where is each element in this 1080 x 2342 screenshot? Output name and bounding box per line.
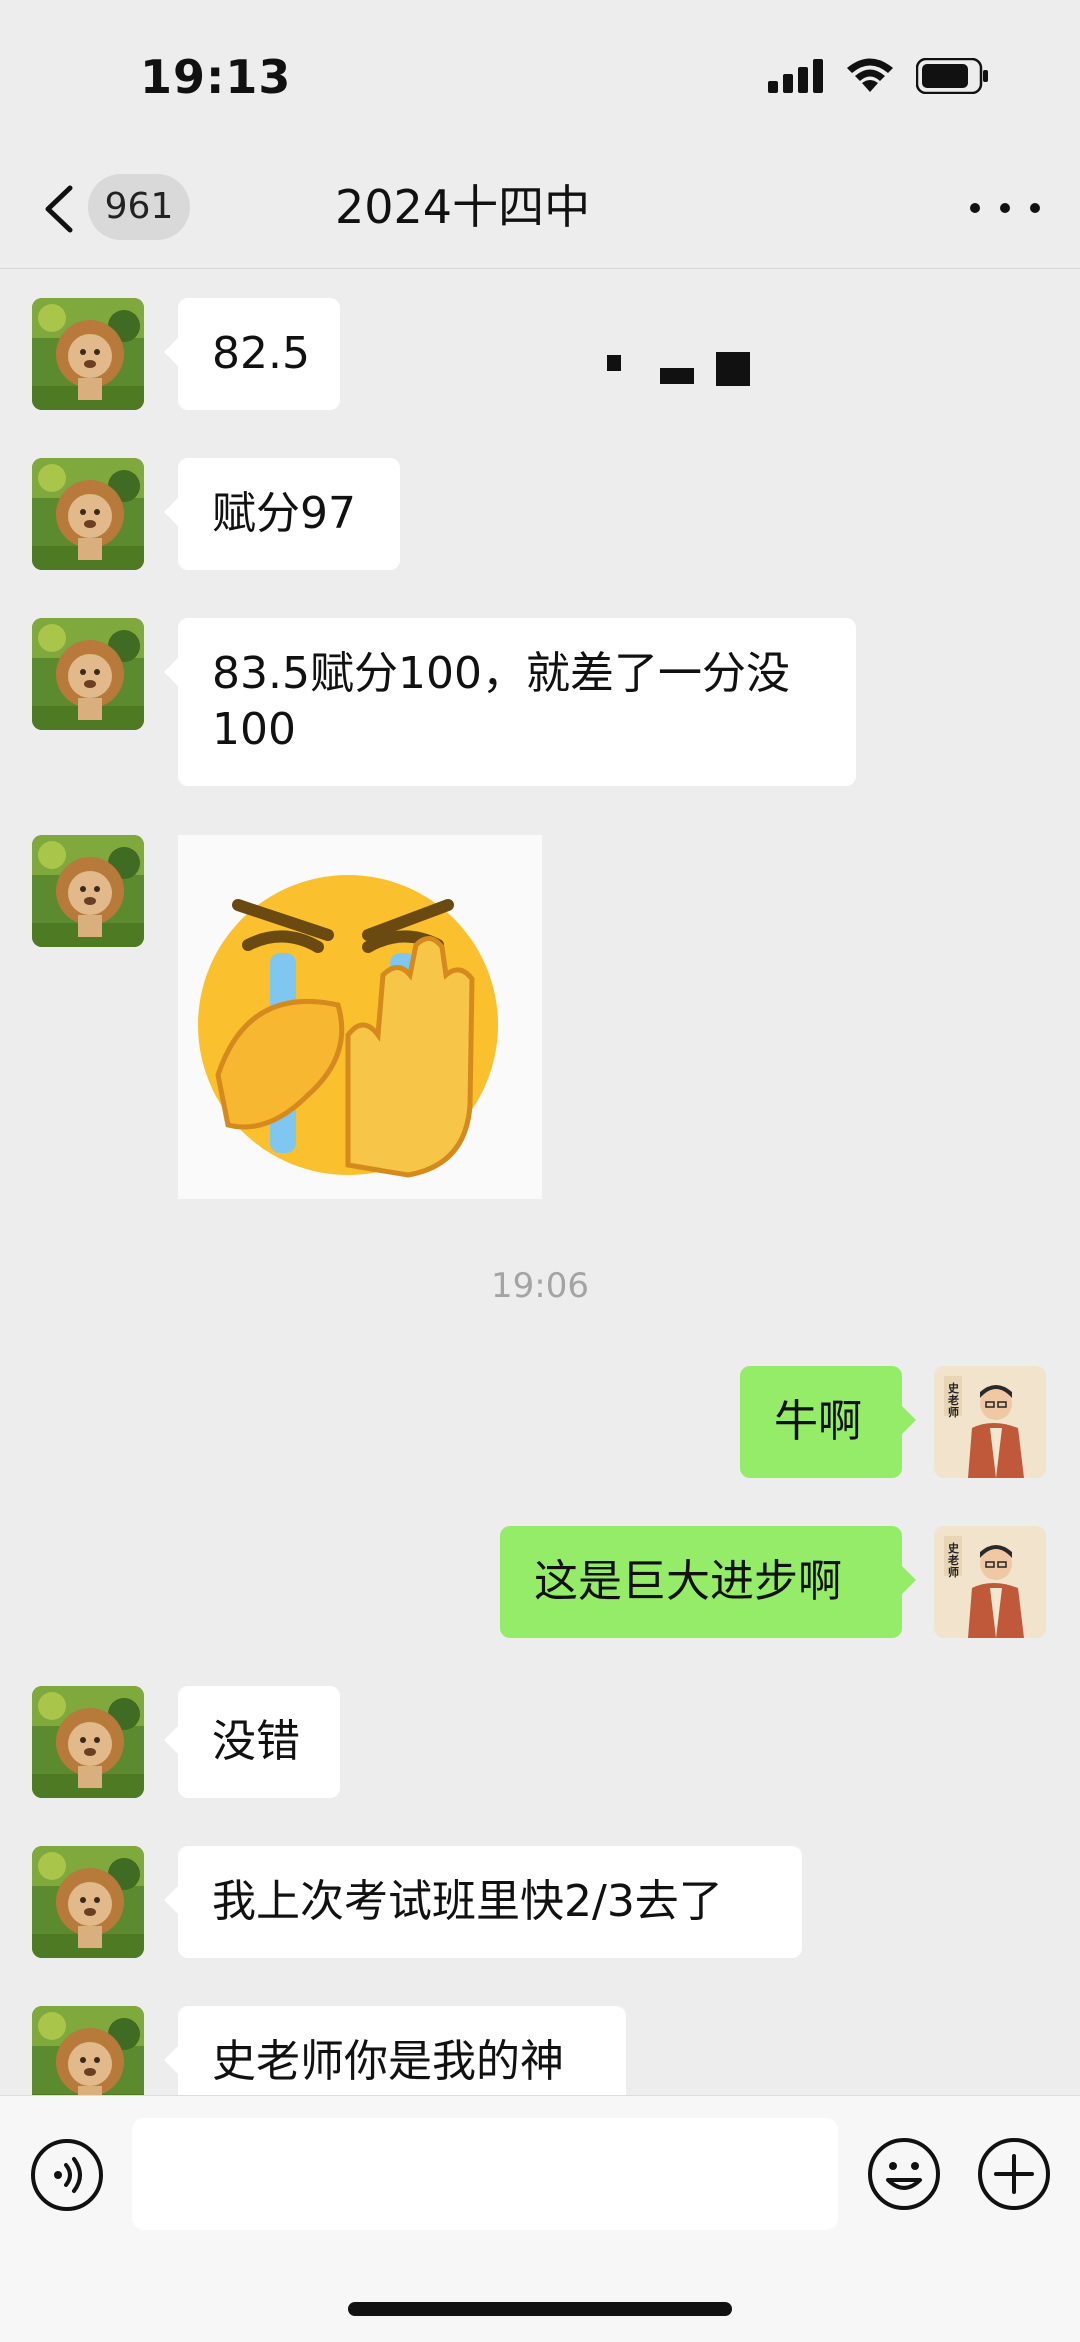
plus-icon	[978, 2138, 1050, 2210]
message-bubble[interactable]: 我上次考试班里快2/3去了	[164, 1846, 802, 1958]
dot-icon	[1030, 203, 1040, 213]
voice-button[interactable]	[30, 2138, 104, 2212]
nav-bar: 961 2024十四中	[0, 150, 1080, 386]
status-bar: 19:13	[0, 0, 1080, 150]
message-input[interactable]	[132, 2118, 838, 2230]
sender-avatar[interactable]	[32, 1846, 144, 1958]
message-bubble[interactable]: 赋分97	[164, 458, 400, 570]
wifi-icon	[847, 58, 893, 92]
unread-count-badge[interactable]: 961	[88, 174, 190, 240]
message-bubble[interactable]: 史老师你是我的神	[164, 2006, 626, 2095]
sender-avatar[interactable]	[32, 298, 144, 410]
sender-avatar[interactable]	[32, 458, 144, 570]
message-bubble[interactable]: 82.5	[164, 298, 340, 410]
more-functions-button[interactable]	[976, 2136, 1052, 2212]
dot-icon	[1000, 203, 1010, 213]
emoji-icon	[868, 2138, 940, 2210]
emoji-button[interactable]	[866, 2136, 942, 2212]
battery-icon	[916, 58, 988, 94]
sender-avatar[interactable]	[32, 1686, 144, 1798]
sticker-message[interactable]	[178, 835, 542, 1199]
voice-icon	[31, 2139, 103, 2211]
back-button[interactable]	[40, 184, 80, 234]
status-icons	[768, 58, 990, 94]
dot-icon	[970, 203, 980, 213]
my-avatar[interactable]	[934, 1366, 1046, 1478]
message-timestamp: 19:06	[491, 1266, 589, 1306]
message-bubble[interactable]: 牛啊	[740, 1366, 916, 1478]
more-options-button[interactable]	[970, 188, 1040, 228]
message-bubble[interactable]: 这是巨大进步啊	[500, 1526, 916, 1638]
crying-hand-stop-emoji-icon	[198, 875, 498, 1178]
my-avatar[interactable]	[934, 1526, 1046, 1638]
sender-avatar[interactable]	[32, 835, 144, 947]
chevron-left-icon	[45, 185, 73, 233]
status-time: 19:13	[140, 50, 292, 104]
chat-title: 2024十四中	[335, 180, 591, 234]
message-bubble[interactable]: 83.5赋分100，就差了一分没100	[164, 618, 856, 786]
cellular-signal-icon	[768, 59, 823, 93]
message-bubble[interactable]: 没错	[164, 1686, 340, 1798]
message-list[interactable]: 82.5 赋分97 83.5赋分100，就差了一分没100 19:06 牛啊 这…	[0, 270, 1080, 2095]
sender-avatar[interactable]	[32, 2006, 144, 2095]
home-indicator[interactable]	[348, 2302, 732, 2316]
sender-avatar[interactable]	[32, 618, 144, 730]
